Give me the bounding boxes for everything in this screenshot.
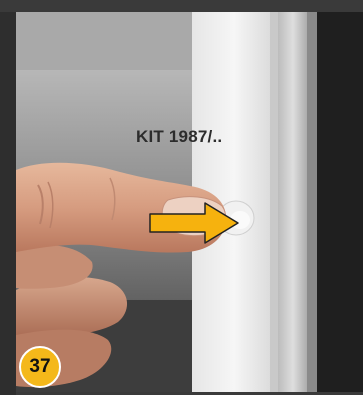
step-number-badge: 37: [19, 346, 61, 388]
photo-scene: [0, 0, 363, 395]
kit-caption: KIT 1987/..: [136, 127, 223, 146]
instruction-photo: KIT 1987/.. 37: [0, 0, 363, 395]
step-number: 37: [29, 356, 51, 377]
